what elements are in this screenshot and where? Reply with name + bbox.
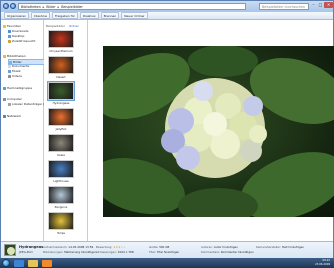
thumbnail-jellyfish[interactable] xyxy=(48,108,74,126)
nav-videos[interactable]: Videos xyxy=(8,74,22,78)
nav-desktop[interactable]: Desktop xyxy=(8,34,24,38)
nav-computer[interactable]: Computer xyxy=(3,97,22,101)
burn-button[interactable]: Brennen xyxy=(100,12,120,19)
nav-documents[interactable]: Dokumente xyxy=(8,64,29,68)
file-name: Hydrangeas xyxy=(19,245,44,249)
nav-homegroup[interactable]: Heimnetzgruppe xyxy=(3,86,32,90)
start-button[interactable] xyxy=(2,259,10,267)
thumbnail-lighthouse[interactable] xyxy=(48,160,74,178)
media-player-icon[interactable] xyxy=(42,259,52,267)
maximize-button[interactable]: □ xyxy=(317,2,324,8)
star-icon[interactable]: ★ xyxy=(123,245,126,249)
internet-explorer-icon[interactable] xyxy=(14,259,24,267)
preview-pane xyxy=(88,20,334,241)
close-button[interactable]: ✕ xyxy=(324,2,333,8)
search-input[interactable]: Beispielbilder durchsuchen xyxy=(259,3,309,10)
star-icon xyxy=(3,24,6,28)
arrange-by-dropdown[interactable]: Ordner xyxy=(69,24,79,28)
detail-dimensions: Abmessungen: 1024 x 768 xyxy=(96,250,134,254)
desktop-icon xyxy=(8,34,11,38)
forward-button[interactable]: › xyxy=(10,3,16,9)
new-folder-button[interactable]: Neuer Ordner xyxy=(121,12,148,19)
nav-recent[interactable]: Zuletzt besucht xyxy=(8,39,35,43)
share-button[interactable]: Freigeben für xyxy=(51,12,78,19)
slideshow-button[interactable]: Diashow xyxy=(79,12,99,19)
title-bar: ‹ › Bibliotheken ▸ Bilder ▸ Beispielbild… xyxy=(1,1,333,12)
thumbnail-label: Desert xyxy=(56,75,66,79)
organize-button[interactable]: Organisieren xyxy=(4,12,30,19)
thumbnail-label: Hydrangeas xyxy=(52,101,70,105)
thumbnail-hydrangeas[interactable] xyxy=(47,81,75,101)
detail-size: Größe: 581 KB xyxy=(149,245,170,249)
nav-libraries[interactable]: Bibliotheken xyxy=(3,54,26,58)
detail-title[interactable]: Titel: Titel hinzufügen xyxy=(149,250,179,254)
breadcrumb-separator: ▸ xyxy=(42,4,45,9)
back-button[interactable]: ‹ xyxy=(3,3,9,9)
hydrangea-image xyxy=(103,46,334,217)
nav-network[interactable]: Netzwerk xyxy=(3,114,21,118)
explorer-icon[interactable] xyxy=(28,259,38,267)
library-icon xyxy=(3,54,6,58)
thumbnail-label: Koala xyxy=(57,153,65,157)
thumbnail-desert[interactable] xyxy=(48,56,74,74)
recent-places-icon xyxy=(8,39,11,43)
videos-icon xyxy=(8,74,11,78)
rating-stars[interactable]: ★★★★★ xyxy=(113,245,126,249)
thumbnail-label: Penguins xyxy=(54,205,68,209)
detail-authors[interactable]: Autoren: Autor hinzufügen xyxy=(201,245,238,249)
breadcrumb-libraries[interactable]: Bibliotheken xyxy=(21,5,41,9)
detail-date-taken: Aufnahmedatum: 14.03.2008 13:59 xyxy=(43,245,94,249)
system-tray-clock[interactable]: 09:22 23.06.2009 xyxy=(300,259,330,267)
drive-icon xyxy=(8,102,11,106)
documents-icon xyxy=(8,64,11,68)
detail-rating[interactable]: Bewertung: ★★★★★ xyxy=(96,245,126,249)
thumbnail-koala[interactable] xyxy=(48,134,74,152)
thumbnail-pane: Beispielbilder Ordner Chrysanthemum Deser… xyxy=(44,20,88,241)
breadcrumb-separator: ▸ xyxy=(57,4,60,9)
slideshow-button[interactable]: Diashow xyxy=(31,12,50,19)
thumbnail-label: Jellyfish xyxy=(55,127,67,131)
download-icon xyxy=(8,29,11,33)
taskbar: 09:22 23.06.2009 xyxy=(0,258,334,268)
navigation-pane: Favoriten Downloads Desktop Zuletzt besu… xyxy=(1,20,49,241)
breadcrumb-sample-pictures[interactable]: Beispielbilder xyxy=(61,5,83,9)
thumbnail-penguins[interactable] xyxy=(48,186,74,204)
breadcrumb-pictures[interactable]: Bilder xyxy=(46,5,55,9)
details-thumbnail xyxy=(4,244,16,256)
thumbnail-chrysanthemum[interactable] xyxy=(48,30,74,48)
library-header: Beispielbilder xyxy=(46,24,65,28)
music-icon xyxy=(8,69,11,73)
file-type: JPEG-Bild xyxy=(19,250,33,254)
detail-comments[interactable]: Kommentare: Kommentar hinzufügen xyxy=(201,250,254,254)
thumbnail-label: Chrysanthemum xyxy=(49,49,73,53)
address-bar[interactable]: Bibliotheken ▸ Bilder ▸ Beispielbilder xyxy=(18,3,246,10)
detail-camera-maker[interactable]: Kamerahersteller: Text hinzufügen xyxy=(256,245,304,249)
computer-icon xyxy=(3,97,6,101)
nav-music[interactable]: Musik xyxy=(8,69,21,73)
nav-local-disk[interactable]: Lokaler Datenträger (C:) xyxy=(8,102,49,106)
detail-tags[interactable]: Markierungen: Markierung hinzufügen xyxy=(43,250,97,254)
homegroup-icon xyxy=(3,86,6,90)
thumbnail-label: Lighthouse xyxy=(53,179,69,183)
thumbnail-tulips[interactable] xyxy=(48,212,74,230)
nav-downloads[interactable]: Downloads xyxy=(8,29,28,33)
minimize-button[interactable]: – xyxy=(310,2,317,8)
arrow-right-icon: › xyxy=(12,4,14,9)
nav-favorites[interactable]: Favoriten xyxy=(3,24,21,28)
hydrangea-thumbnail xyxy=(5,245,15,255)
clock-date: 23.06.2009 xyxy=(315,262,330,266)
thumbnail-label: Tulips xyxy=(57,231,65,235)
arrow-left-icon: ‹ xyxy=(5,4,7,9)
explorer-window: ‹ › Bibliotheken ▸ Bilder ▸ Beispielbild… xyxy=(0,0,334,260)
command-bar: Organisieren Diashow Freigeben für Diash… xyxy=(1,12,333,20)
hydrangea-photo xyxy=(103,46,334,217)
network-icon xyxy=(3,114,6,118)
